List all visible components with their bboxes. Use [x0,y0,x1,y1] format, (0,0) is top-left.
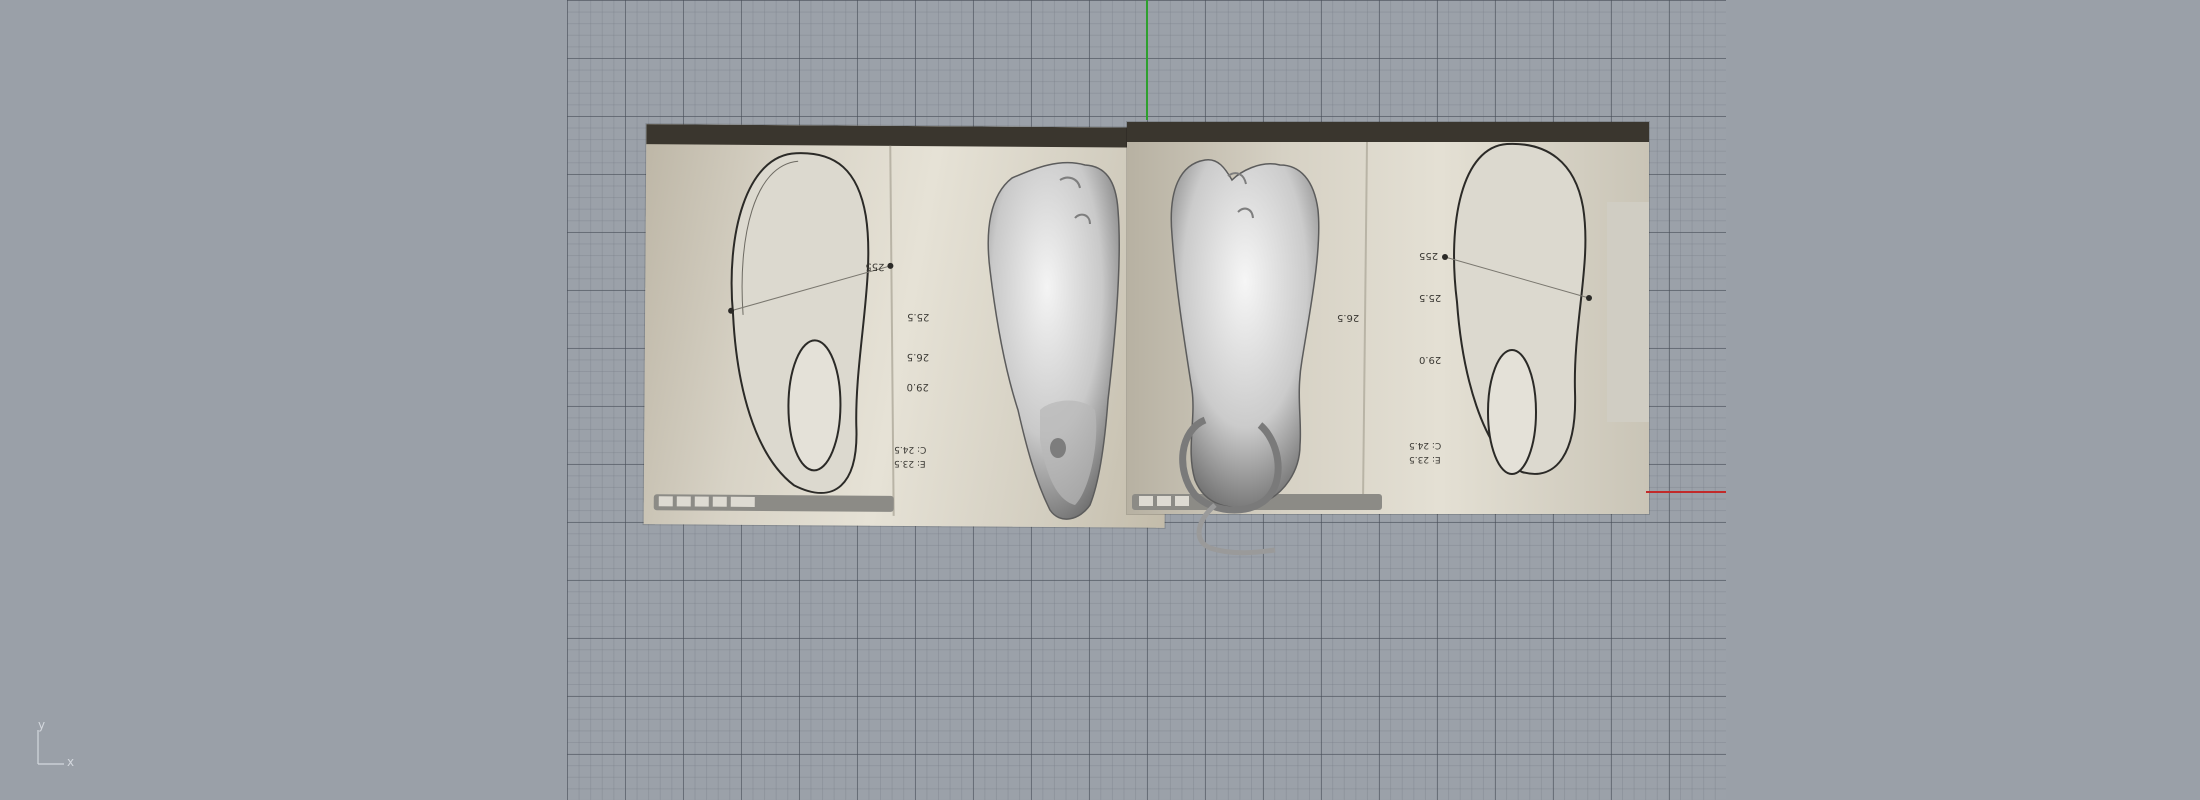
tracing-note-1: 255 [1419,250,1439,261]
tracing-note-2: 25.5 [907,311,930,323]
axis-y-label: y [38,718,46,732]
tracing-note-4: 29.0 [1419,354,1442,365]
tracing-note-3: 26.5 [1337,312,1360,323]
tracing-note-5: C: 24.5 [894,443,927,455]
world-y-axis [1146,0,1148,120]
tracing-note-2: 25.5 [1419,292,1442,303]
viewport-top[interactable]: 255 25.5 26.5 29.0 C: 24.5 E: 23.5 255 2… [0,0,2200,800]
axis-indicator: y x [34,718,84,769]
world-x-axis [1646,491,1726,493]
tracing-note-3: 26.5 [906,351,930,363]
right-foot-scan-mesh[interactable] [1170,159,1320,509]
tracing-note-6: E: 23.5 [1409,454,1441,464]
tracing-note-6: E: 23.5 [894,457,926,469]
tracing-note-5: C: 24.5 [1409,440,1442,450]
tracing-note-1: 255 [865,260,885,272]
axis-x-label: x [67,755,75,769]
tracing-note-4: 29.0 [906,381,929,393]
